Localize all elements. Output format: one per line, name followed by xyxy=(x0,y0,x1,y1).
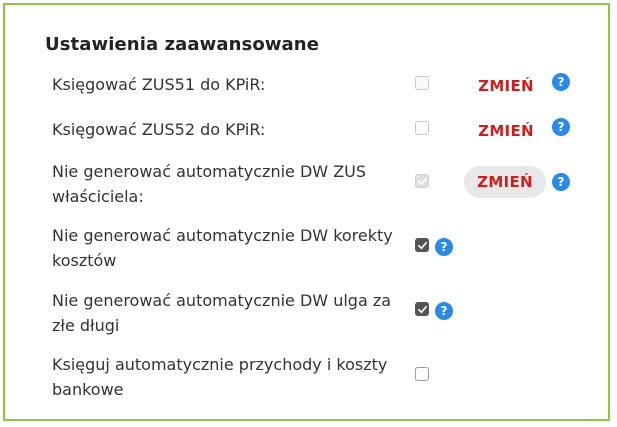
zus52-change-button[interactable]: ZMIEŃ xyxy=(473,120,539,142)
question-circle-icon[interactable]: ? xyxy=(435,238,453,256)
dw-bad-debt-checkbox[interactable] xyxy=(415,302,429,316)
setting-label: Księgować ZUS51 do KPiR: xyxy=(52,75,266,94)
section-title: Ustawienia zaawansowane xyxy=(45,34,320,55)
zus52-checkbox[interactable] xyxy=(415,121,429,135)
zus51-checkbox[interactable] xyxy=(415,76,429,90)
question-circle-icon[interactable]: ? xyxy=(435,302,453,320)
question-circle-icon[interactable]: ? xyxy=(552,118,570,136)
setting-label: Księguj automatycznie przychody i koszty… xyxy=(52,355,388,399)
dw-zus-owner-change-button[interactable]: ZMIEŃ xyxy=(464,166,546,198)
zus51-change-button[interactable]: ZMIEŃ xyxy=(473,75,539,97)
setting-label: Księgować ZUS52 do KPiR: xyxy=(52,120,266,139)
checkmark-icon xyxy=(417,241,427,249)
dw-cost-correction-checkbox[interactable] xyxy=(415,238,429,252)
setting-label: Nie generować automatycznie DW ZUS właśc… xyxy=(52,162,367,206)
checkmark-icon xyxy=(417,177,427,185)
setting-label: Nie generować automatycznie DW ulga za z… xyxy=(52,291,392,335)
dw-zus-owner-checkbox[interactable] xyxy=(415,174,429,188)
setting-label: Nie generować automatycznie DW korekty k… xyxy=(52,226,393,270)
question-circle-icon[interactable]: ? xyxy=(552,173,570,191)
bank-income-costs-checkbox[interactable] xyxy=(415,367,429,381)
advanced-settings-panel: Ustawienia zaawansowane Księgować ZUS51 … xyxy=(3,3,610,421)
question-circle-icon[interactable]: ? xyxy=(552,73,570,91)
checkmark-icon xyxy=(417,305,427,313)
